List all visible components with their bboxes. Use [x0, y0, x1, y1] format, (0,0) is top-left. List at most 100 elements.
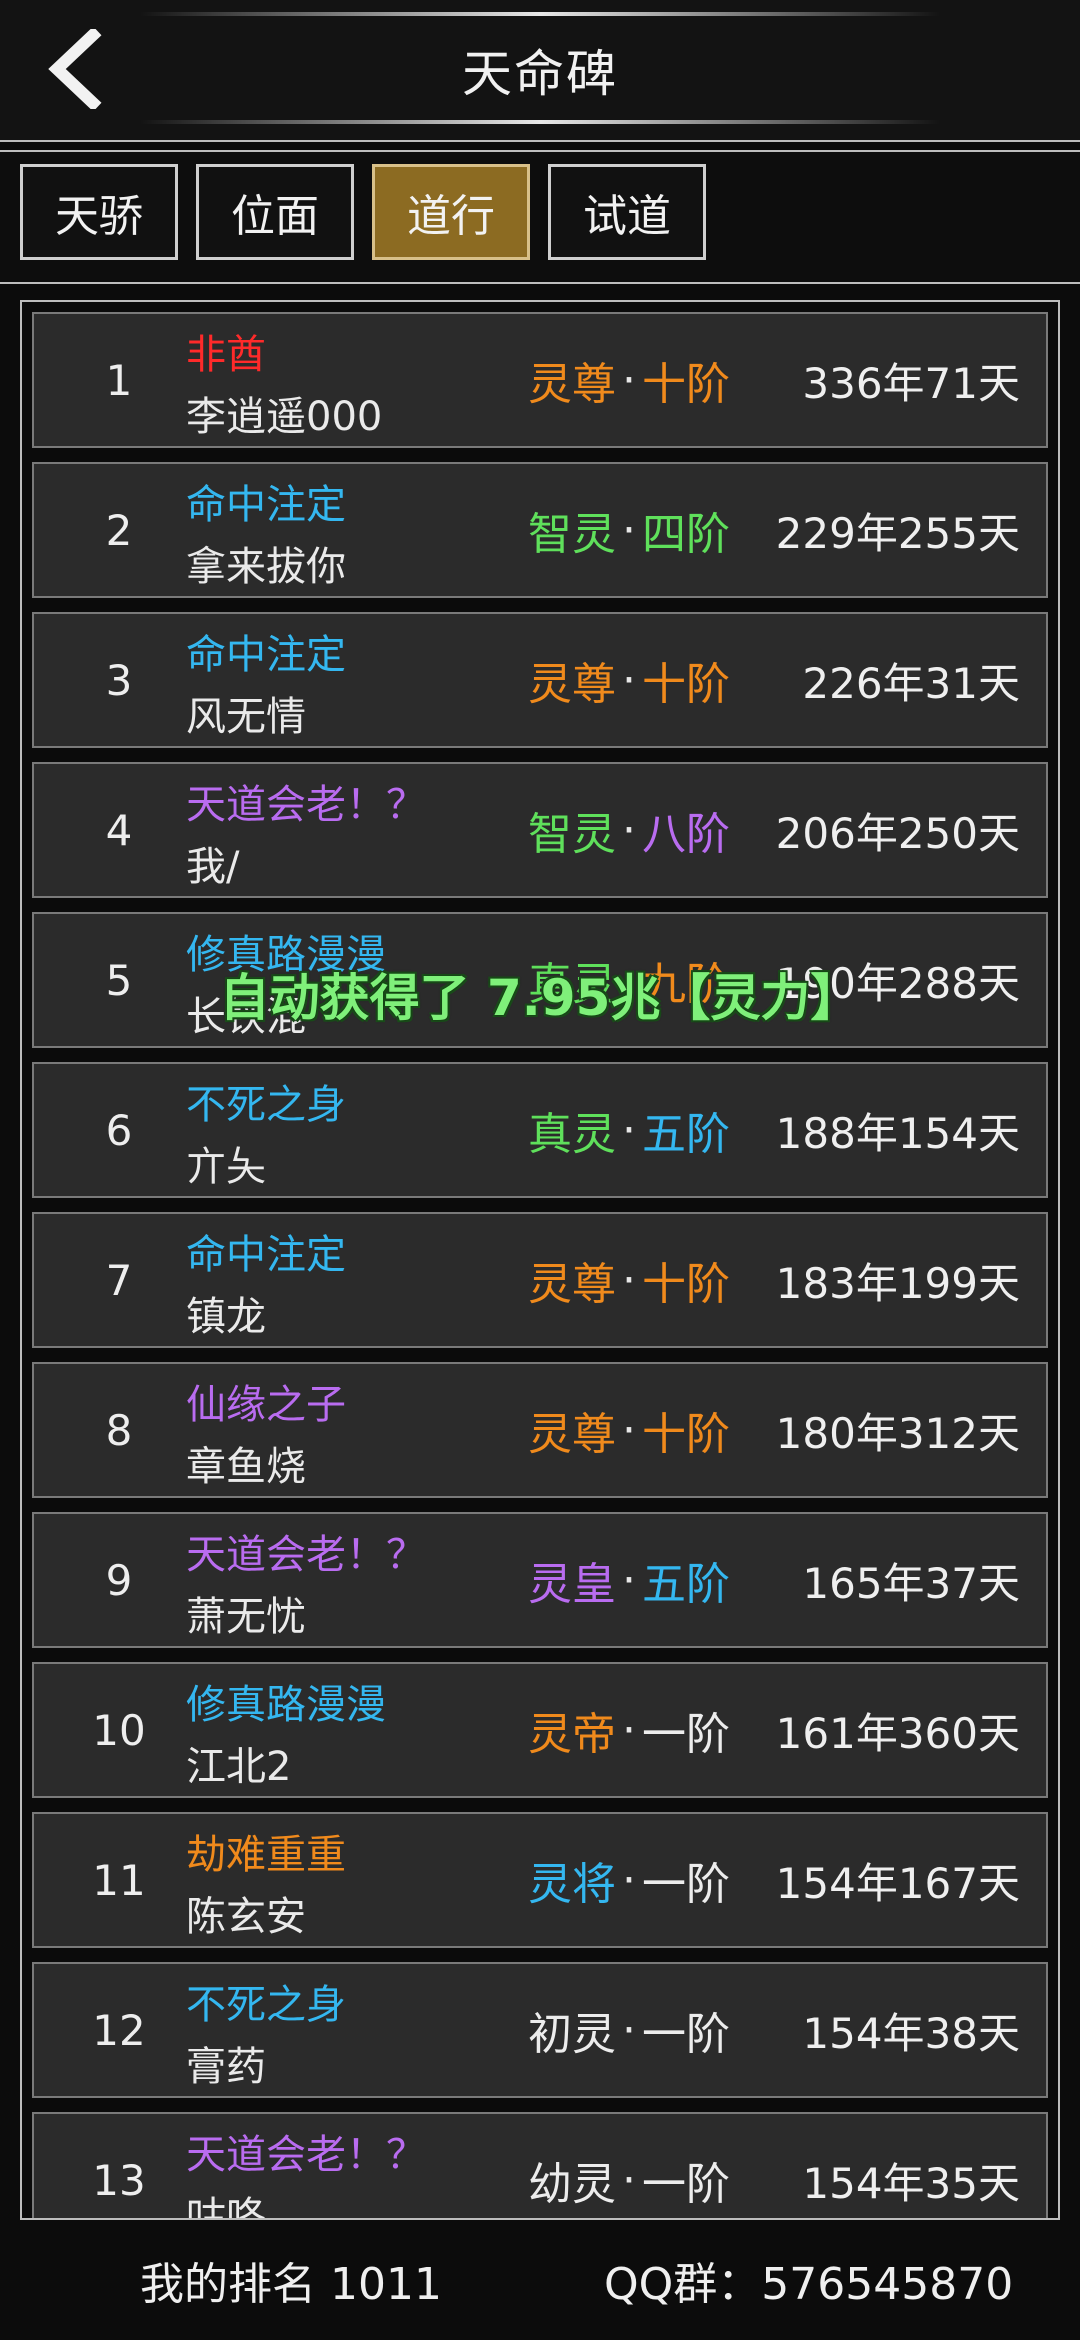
realm-name: 灵尊 — [528, 1409, 616, 1460]
ranking-list[interactable]: 1 非酋 李逍遥000 灵尊 · 十阶 336年71天 2 命中注定 拿来拔你 智灵 · 四阶 229年2… — [20, 300, 1060, 2220]
header-bar: 天命碑 — [0, 0, 1080, 142]
realm-name: 真灵 — [528, 959, 616, 1010]
realm-level: 灵皇 · 五阶 — [494, 1514, 764, 1646]
cultivation-time: 154年167天 — [775, 1858, 1020, 1908]
realm-name: 灵尊 — [528, 359, 616, 410]
realm-level: 智灵 · 八阶 — [494, 764, 764, 896]
player-title: 命中注定 — [186, 1232, 346, 1278]
tab-shidao[interactable]: 试道 — [548, 164, 706, 260]
player-name: 江北2 — [186, 1744, 292, 1790]
player-name: 膏药 — [186, 2044, 266, 2090]
table-row[interactable]: 8 仙缘之子章鱼烧 灵尊 · 十阶 180年312天 — [32, 1362, 1048, 1498]
realm-stage: 五阶 — [642, 1109, 730, 1160]
player-title: 命中注定 — [186, 632, 346, 678]
player-title: 天道会老！？ — [186, 1532, 426, 1578]
header-glow-bottom — [140, 120, 940, 124]
player-title: 非酋 — [186, 332, 266, 378]
realm-stage: 一阶 — [642, 1859, 730, 1910]
table-row[interactable]: 2 命中注定 拿来拔你 智灵 · 四阶 229年255天 — [32, 462, 1048, 598]
realm-separator: · — [622, 804, 636, 856]
realm-separator: · — [622, 1254, 636, 1306]
back-button[interactable] — [30, 24, 120, 114]
realm-name: 幼灵 — [528, 2159, 616, 2210]
table-row[interactable]: 12 不死之身 膏药 初灵 · 一阶 154年38天 — [32, 1962, 1048, 2098]
table-row[interactable]: 1 非酋 李逍遥000 灵尊 · 十阶 336年71天 — [32, 312, 1048, 448]
realm-separator: · — [622, 1854, 636, 1906]
realm-level: 灵尊 · 十阶 — [494, 1214, 764, 1346]
player-title: 仙缘之子 — [186, 1382, 346, 1428]
player-name: 镇龙 — [186, 1294, 266, 1340]
player-title: 劫难重重 — [186, 1832, 346, 1878]
realm-separator: · — [622, 1104, 636, 1156]
table-row[interactable]: 4 天道会老！？ 我/智灵 · 八阶 206年250天 — [32, 762, 1048, 898]
cultivation-time: 188年154天 — [775, 1108, 1020, 1158]
player-title: 天道会老！？ — [186, 782, 426, 828]
table-row[interactable]: 10 修真路漫漫 江北2 灵帝 · 一阶 161年360天 — [32, 1662, 1048, 1798]
tab-daoxing[interactable]: 道行 — [372, 164, 530, 260]
cultivation-time: 190年288天 — [775, 958, 1020, 1008]
player-name: 陈玄安 — [186, 1894, 306, 1940]
realm-level: 真灵 · 五阶 — [494, 1064, 764, 1196]
cultivation-time: 154年35天 — [802, 2158, 1020, 2208]
cultivation-time: 165年37天 — [802, 1558, 1020, 1608]
player-name: 亣夨 — [186, 1144, 266, 1190]
player-name: 风无情 — [186, 694, 306, 740]
player-name: 长铗混 — [186, 994, 306, 1040]
player-title: 不死之身 — [186, 1982, 346, 2028]
player-title: 命中注定 — [186, 482, 346, 528]
realm-stage: 四阶 — [642, 509, 730, 560]
player-name: 我/ — [186, 844, 240, 890]
ranking-rows: 1 非酋 李逍遥000 灵尊 · 十阶 336年71天 2 命中注定 拿来拔你 智灵 · 四阶 229年2… — [32, 312, 1048, 2218]
realm-name: 初灵 — [528, 2009, 616, 2060]
player-name: 拿来拔你 — [186, 544, 346, 590]
realm-name: 灵将 — [528, 1859, 616, 1910]
realm-separator: · — [622, 2154, 636, 2206]
rank-number: 7 — [105, 1255, 133, 1305]
realm-level: 灵尊 · 十阶 — [494, 1364, 764, 1496]
ranking-page: 天命碑 天骄 位面 道行 试道 1 非酋 李逍遥000 灵尊 · 十阶 336年71天 2 命中… — [0, 0, 1080, 2340]
player-title: 修真路漫漫 — [186, 1682, 386, 1728]
cultivation-time: 336年71天 — [802, 358, 1020, 408]
table-row[interactable]: 11 劫难重重 陈玄安 灵将 · 一阶 154年167天 — [32, 1812, 1048, 1948]
cultivation-time: 154年38天 — [802, 2008, 1020, 2058]
realm-level: 幼灵 · 一阶 — [494, 2114, 764, 2218]
table-row[interactable]: 7 命中注定镇龙 灵尊 · 十阶 183年199天 — [32, 1212, 1048, 1348]
realm-name: 灵皇 — [528, 1559, 616, 1610]
table-row[interactable]: 9 天道会老！？ 萧无忧 灵皇 · 五阶 165年37天 — [32, 1512, 1048, 1648]
realm-level: 灵尊 · 十阶 — [494, 314, 764, 446]
table-row[interactable]: 3 命中注定 风无情 灵尊 · 十阶 226年31天 — [32, 612, 1048, 748]
rank-number: 2 — [105, 505, 133, 555]
chevron-left-icon — [48, 29, 102, 109]
player-title: 修真路漫漫 — [186, 932, 386, 978]
cultivation-time: 183年199天 — [775, 1258, 1020, 1308]
player-name: 李逍遥000 — [186, 394, 383, 440]
table-row[interactable]: 13 天道会老！？ 咕咚 幼灵 · 一阶 154年35天 — [32, 2112, 1048, 2218]
player-title: 不死之身 — [186, 1082, 346, 1128]
realm-separator: · — [622, 654, 636, 706]
footer-bar: 我的排名 1011 QQ群：576545870 — [0, 2220, 1080, 2340]
page-title: 天命碑 — [462, 45, 618, 103]
realm-separator: · — [622, 354, 636, 406]
realm-name: 灵尊 — [528, 659, 616, 710]
realm-separator: · — [622, 504, 636, 556]
rank-number: 4 — [105, 805, 133, 855]
cultivation-time: 206年250天 — [775, 808, 1020, 858]
realm-stage: 一阶 — [642, 1709, 730, 1760]
rank-number: 11 — [92, 1855, 146, 1905]
realm-level: 灵帝 · 一阶 — [494, 1664, 764, 1796]
tab-bar: 天骄 位面 道行 试道 — [0, 150, 1080, 284]
realm-separator: · — [622, 1704, 636, 1756]
table-row[interactable]: 5 修真路漫漫 长铗混 真灵 · 九阶 190年288天 — [32, 912, 1048, 1048]
table-row[interactable]: 6 不死之身 亣夨 真灵 · 五阶 188年154天 — [32, 1062, 1048, 1198]
realm-level: 灵将 · 一阶 — [494, 1814, 764, 1946]
tab-weimian[interactable]: 位面 — [196, 164, 354, 260]
realm-name: 灵帝 — [528, 1709, 616, 1760]
realm-level: 灵尊 · 十阶 — [494, 614, 764, 746]
realm-stage: 十阶 — [642, 1409, 730, 1460]
my-rank-text: 我的排名 1011 — [140, 2259, 442, 2310]
tab-tianjiao[interactable]: 天骄 — [20, 164, 178, 260]
cultivation-time: 180年312天 — [775, 1408, 1020, 1458]
player-name: 章鱼烧 — [186, 1444, 306, 1490]
realm-name: 灵尊 — [528, 1259, 616, 1310]
rank-number: 8 — [105, 1405, 133, 1455]
